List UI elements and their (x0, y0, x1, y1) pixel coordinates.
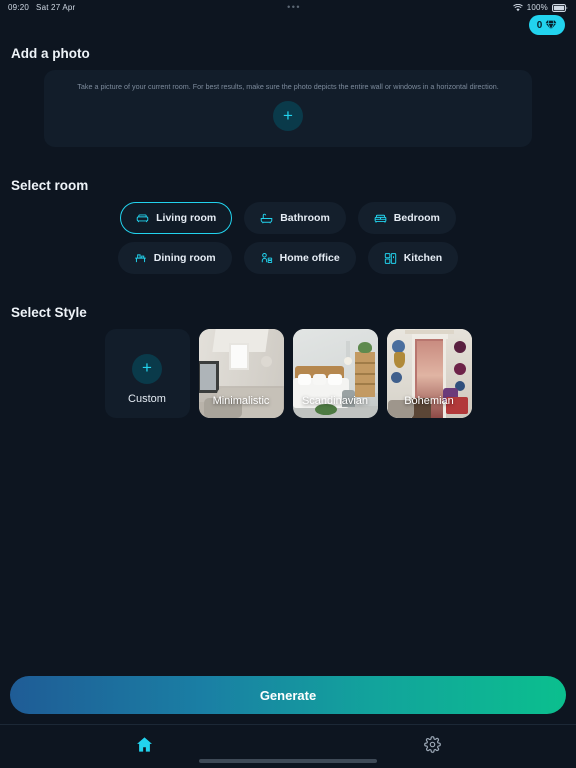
status-bar: 09:20 Sat 27 Apr ••• 100% (0, 0, 576, 15)
desk-chair-icon (260, 252, 273, 265)
generate-button[interactable]: Generate (10, 676, 566, 714)
room-chip-label: Dining room (153, 252, 216, 264)
tab-bar (0, 724, 576, 768)
status-bar-right: 100% (512, 3, 568, 12)
room-chip-row-2: Dining room Home office Kitchen (117, 242, 459, 274)
status-time: 09:20 (8, 3, 30, 12)
home-icon (135, 735, 154, 759)
room-chip-label: Bathroom (280, 212, 330, 224)
custom-add-button[interactable]: + (132, 353, 162, 384)
style-card-label: Minimalistic (212, 395, 270, 407)
add-photo-title: Add a photo (11, 46, 90, 61)
wifi-icon (512, 3, 523, 12)
room-chip-label: Kitchen (403, 252, 443, 264)
battery-icon (552, 3, 568, 12)
room-chip-bedroom[interactable]: Bedroom (357, 202, 456, 234)
room-chip-home-office[interactable]: Home office (243, 242, 356, 274)
battery-percent-label: 100% (526, 3, 548, 12)
status-date: Sat 27 Apr (36, 3, 76, 12)
status-bar-left: 09:20 Sat 27 Apr (8, 3, 75, 12)
style-card-scandinavian[interactable]: Scandinavian (292, 329, 378, 418)
room-chip-kitchen[interactable]: Kitchen (367, 242, 459, 274)
style-card-group: + Custom Minimalistic Scandinavian Bohem… (10, 329, 566, 418)
style-card-bohemian[interactable]: Bohemian (386, 329, 472, 418)
gear-icon (423, 735, 441, 758)
main-content: Add a photo Take a picture of your curre… (0, 15, 576, 676)
room-chip-group: Living room Bathroom Bedroom Dining room… (10, 202, 566, 274)
status-bar-center: ••• (75, 3, 512, 12)
add-photo-button[interactable]: + (273, 101, 303, 132)
bottom-area: Generate (0, 676, 576, 724)
room-chip-label: Living room (156, 212, 217, 224)
kitchen-icon (384, 252, 397, 265)
bathtub-icon (260, 212, 273, 225)
tab-home[interactable] (0, 735, 288, 759)
photo-upload-card[interactable]: Take a picture of your current room. For… (44, 70, 532, 147)
tab-settings[interactable] (288, 735, 576, 758)
room-chip-dining-room[interactable]: Dining room (117, 242, 232, 274)
dining-table-icon (134, 252, 147, 265)
select-style-title: Select Style (11, 305, 87, 320)
room-chip-label: Home office (279, 252, 340, 264)
sofa-icon (136, 212, 149, 225)
bed-icon (374, 212, 387, 225)
room-chip-label: Bedroom (393, 212, 440, 224)
room-chip-bathroom[interactable]: Bathroom (244, 202, 346, 234)
app-screen: 09:20 Sat 27 Apr ••• 100% 0 Add a photo … (0, 0, 576, 768)
style-card-minimalistic[interactable]: Minimalistic (198, 329, 284, 418)
select-room-title: Select room (11, 178, 89, 193)
style-card-label: Custom (128, 393, 166, 405)
room-chip-row-1: Living room Bathroom Bedroom (120, 202, 456, 234)
style-card-label: Bohemian (404, 395, 454, 407)
room-chip-living-room[interactable]: Living room (120, 202, 233, 234)
style-card-custom[interactable]: + Custom (104, 329, 190, 418)
status-dots: ••• (287, 2, 302, 12)
photo-hint-text: Take a picture of your current room. For… (77, 82, 499, 91)
home-indicator (199, 759, 377, 763)
style-card-label: Scandinavian (301, 395, 369, 407)
